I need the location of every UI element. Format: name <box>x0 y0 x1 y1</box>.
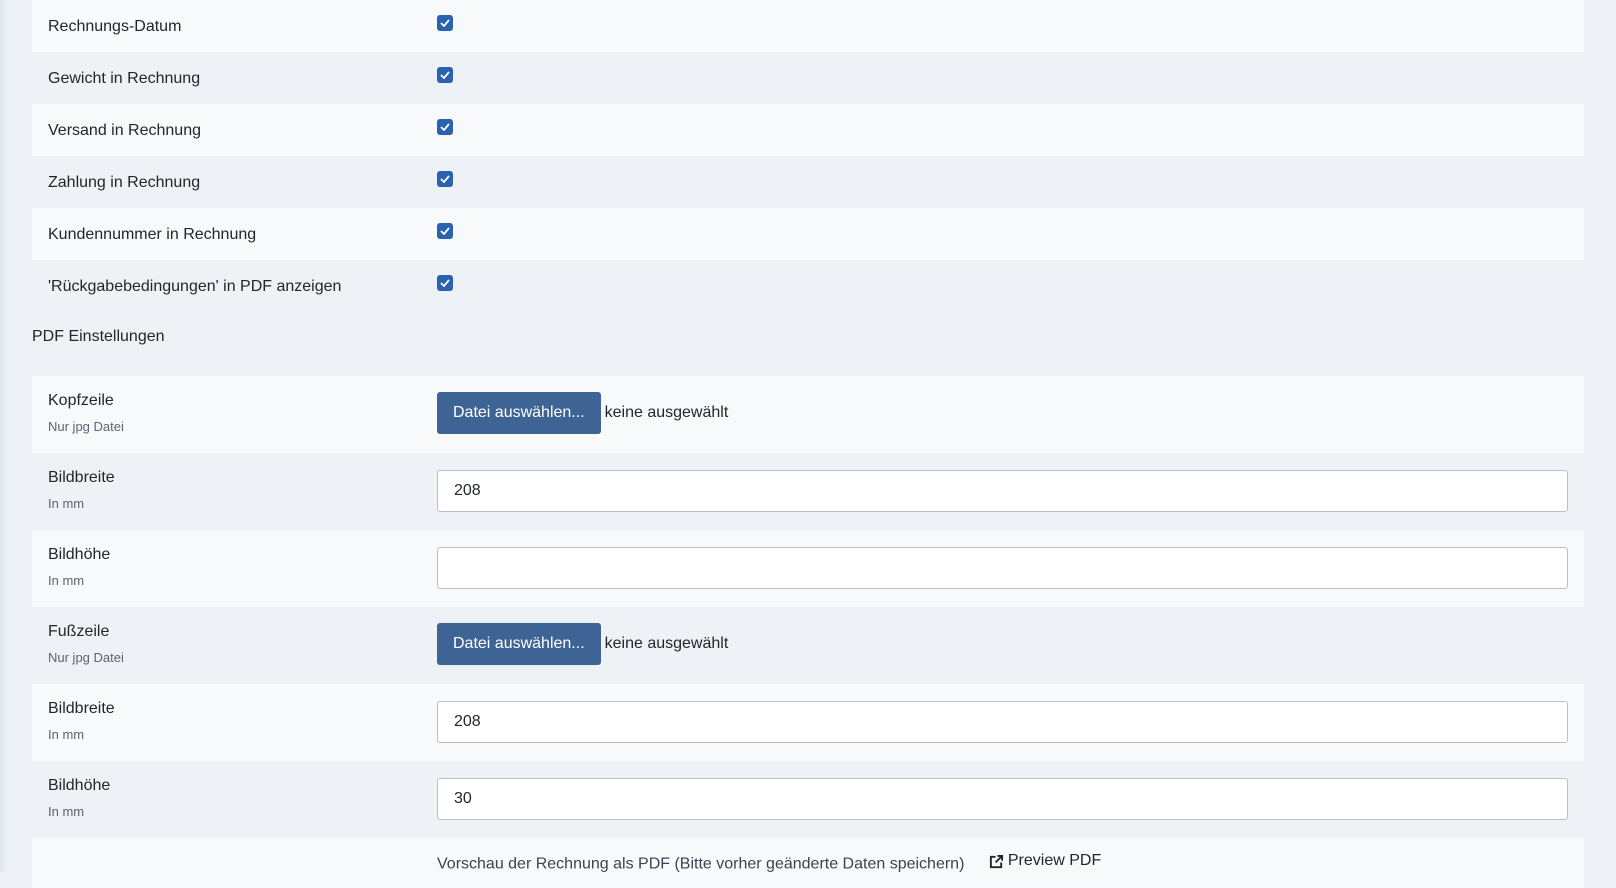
header-file-row: Kopfzeile Nur jpg Datei Datei auswählen.… <box>32 376 1584 453</box>
footer-height-hint: In mm <box>48 804 85 819</box>
header-width-hint: In mm <box>48 496 85 511</box>
check-icon <box>440 279 450 287</box>
header-width-input[interactable] <box>437 470 1568 512</box>
settings-form: Rechnungs-Datum Gewicht in Rechnung Vers… <box>32 0 1584 888</box>
option-row-return-policy: 'Rückgabebedingungen' in PDF anzeigen <box>32 260 1584 312</box>
footer-file-hint: Nur jpg Datei <box>48 650 124 665</box>
footer-height-label: Bildhöhe <box>48 777 111 794</box>
preview-pdf-link[interactable]: Preview PDF <box>989 852 1101 870</box>
option-row-invoice-date: Rechnungs-Datum <box>32 0 1584 52</box>
footer-file-status: keine ausgewählt <box>604 635 729 652</box>
header-file-hint: Nur jpg Datei <box>48 419 124 434</box>
option-label: Zahlung in Rechnung <box>48 174 201 191</box>
option-row-customer-number: Kundennummer in Rechnung <box>32 208 1584 260</box>
option-row-payment: Zahlung in Rechnung <box>32 156 1584 208</box>
footer-file-label: Fußzeile <box>48 623 110 640</box>
header-width-label: Bildbreite <box>48 469 115 486</box>
preview-pdf-link-label: Preview PDF <box>1007 852 1102 870</box>
footer-width-label: Bildbreite <box>48 700 115 717</box>
option-label: Rechnungs-Datum <box>48 18 182 35</box>
header-file-choose-button[interactable]: Datei auswählen... <box>437 392 601 434</box>
check-icon <box>440 19 450 27</box>
footer-file-row: Fußzeile Nur jpg Datei Datei auswählen..… <box>32 607 1584 684</box>
header-file-status: keine ausgewählt <box>604 404 729 421</box>
external-link-icon <box>989 854 1003 868</box>
left-edge-shadow <box>0 0 8 872</box>
header-height-hint: In mm <box>48 573 85 588</box>
header-width-row: Bildbreite In mm <box>32 453 1584 530</box>
footer-height-row: Bildhöhe In mm <box>32 761 1584 838</box>
preview-row: Vorschau der Rechnung als PDF (Bitte vor… <box>32 838 1584 888</box>
header-height-row: Bildhöhe In mm <box>32 530 1584 607</box>
footer-width-row: Bildbreite In mm <box>32 684 1584 761</box>
check-icon <box>440 227 450 235</box>
section-title-pdf-settings: PDF Einstellungen <box>32 328 165 345</box>
option-row-weight: Gewicht in Rechnung <box>32 52 1584 104</box>
option-label: Versand in Rechnung <box>48 122 201 139</box>
check-icon <box>440 71 450 79</box>
preview-description: Vorschau der Rechnung als PDF (Bitte vor… <box>437 855 965 873</box>
option-row-shipping: Versand in Rechnung <box>32 104 1584 156</box>
checkbox-payment[interactable] <box>437 171 453 187</box>
footer-width-hint: In mm <box>48 727 85 742</box>
check-icon <box>440 123 450 131</box>
header-file-label: Kopfzeile <box>48 392 114 409</box>
checkbox-invoice-date[interactable] <box>437 15 453 31</box>
checkbox-return-policy[interactable] <box>437 275 453 291</box>
footer-file-choose-button[interactable]: Datei auswählen... <box>437 623 601 665</box>
option-label: 'Rückgabebedingungen' in PDF anzeigen <box>48 278 342 295</box>
check-icon <box>440 175 450 183</box>
checkbox-customer-number[interactable] <box>437 223 453 239</box>
header-height-label: Bildhöhe <box>48 546 111 563</box>
checkbox-weight[interactable] <box>437 67 453 83</box>
header-height-input[interactable] <box>437 547 1568 589</box>
option-label: Gewicht in Rechnung <box>48 70 201 87</box>
footer-height-input[interactable] <box>437 778 1568 820</box>
footer-width-input[interactable] <box>437 701 1568 743</box>
option-label: Kundennummer in Rechnung <box>48 226 257 243</box>
checkbox-shipping[interactable] <box>437 119 453 135</box>
